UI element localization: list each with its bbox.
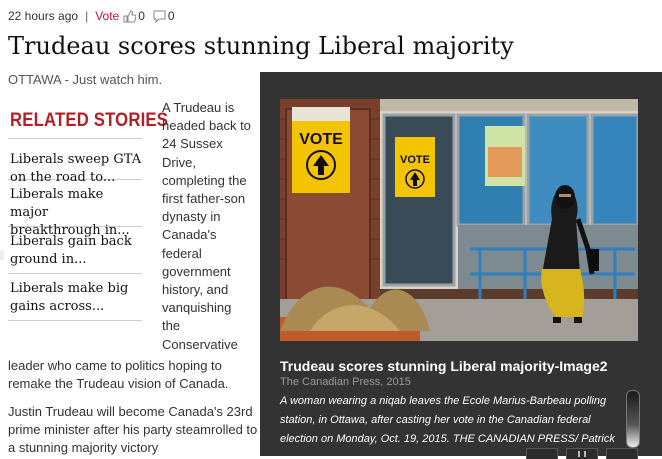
vote-sign-text: VOTE xyxy=(299,131,343,148)
gallery-caption: A woman wearing a niqab leaves the Ecole… xyxy=(280,395,615,445)
related-story-link[interactable]: Liberals make major breakthrough in... xyxy=(8,180,142,238)
gallery-scrollbar[interactable] xyxy=(626,390,640,448)
gallery-next-button[interactable] xyxy=(606,448,638,459)
thumbs-up-count: 0 xyxy=(138,9,145,23)
pause-icon[interactable] xyxy=(566,448,598,459)
vote-link[interactable]: Vote xyxy=(95,9,119,23)
thumbs-up-icon[interactable] xyxy=(123,9,137,23)
vote-sign-text: VOTE xyxy=(400,154,430,166)
related-story-link[interactable]: Liberals make big gains across... xyxy=(8,274,142,321)
article-dateline: OTTAWA - Just watch him. xyxy=(8,72,163,87)
related-stories-list: Liberals sweep GTA on the road to... Lib… xyxy=(8,138,142,321)
photo-gallery: VOTE VOTE Trudeau scores stunning Libera… xyxy=(260,72,662,459)
comment-icon[interactable] xyxy=(153,10,166,23)
article-meta: 22 hours ago | Vote 0 0 xyxy=(8,8,183,24)
article-paragraph-column: A Trudeau is headed back to 24 Sussex Dr… xyxy=(162,100,251,352)
gallery-prev-button[interactable] xyxy=(526,448,558,459)
article-paragraph: Justin Trudeau will become Canada's 23rd… xyxy=(8,404,258,456)
timestamp: 22 hours ago xyxy=(8,9,79,23)
related-story-link[interactable]: Liberals sweep GTA on the road to... xyxy=(8,139,142,185)
gallery-photo-credit: The Canadian Press, 2015 xyxy=(280,376,411,388)
article-paragraph-continued: leader who came to politics hoping to re… xyxy=(8,358,229,392)
related-stories-title: RELATED STORIES xyxy=(10,110,169,131)
article-headline: Trudeau scores stunning Liberal majority xyxy=(8,32,514,60)
meta-separator: | xyxy=(85,9,89,23)
related-story-link[interactable]: Liberals gain back ground in... xyxy=(8,227,142,274)
page-edge xyxy=(0,250,4,260)
comment-count: 0 xyxy=(167,9,175,23)
gallery-caption-title: Trudeau scores stunning Liberal majority… xyxy=(280,358,608,374)
gallery-photo[interactable]: VOTE VOTE xyxy=(280,99,638,341)
